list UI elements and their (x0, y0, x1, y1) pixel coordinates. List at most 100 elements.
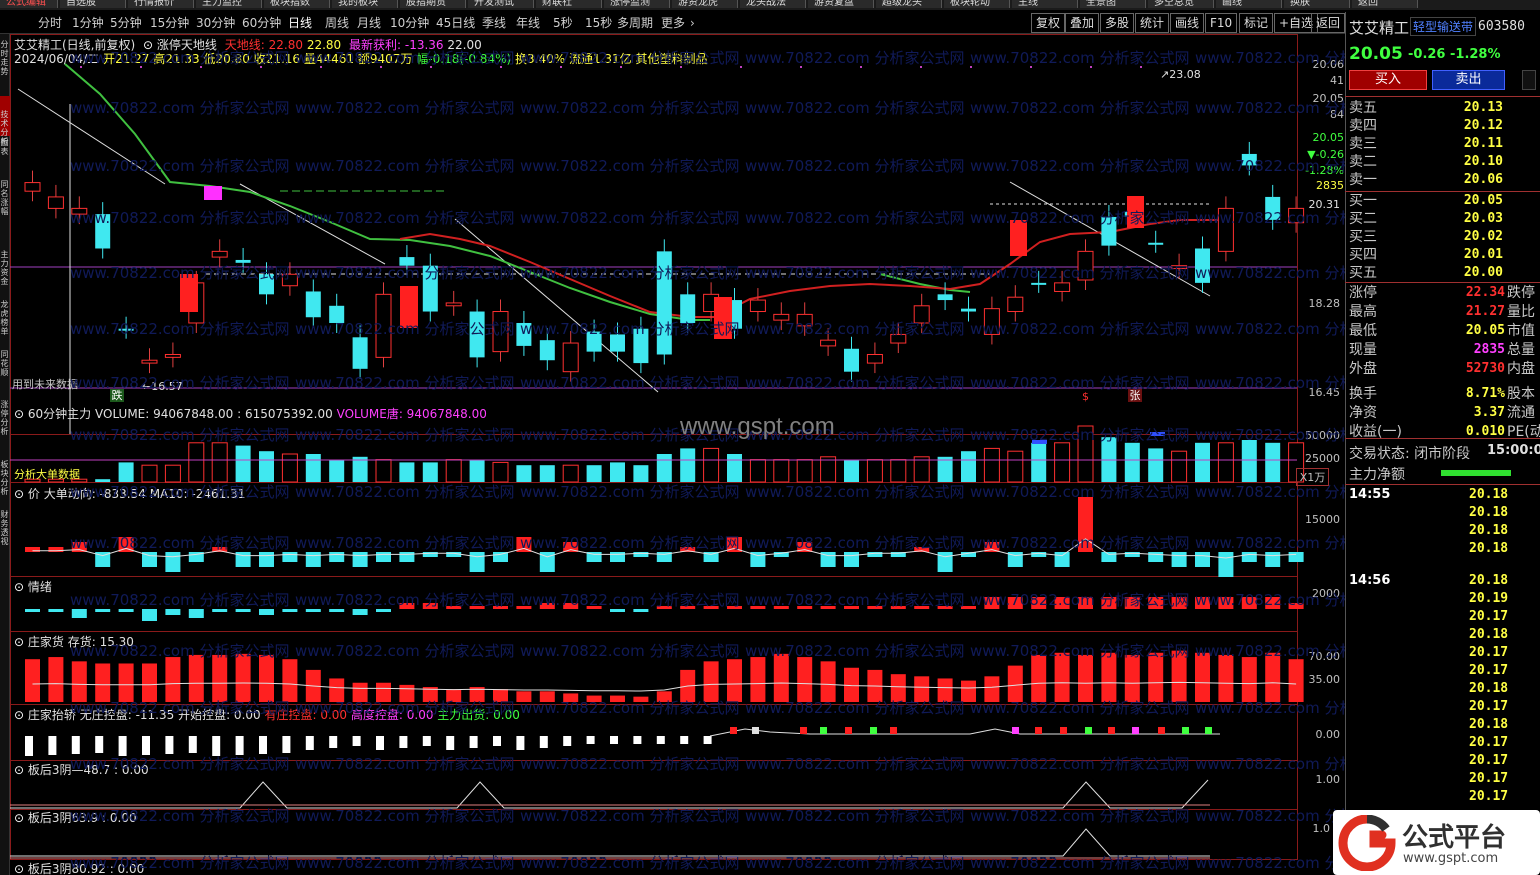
zhuang-bar (25, 659, 40, 702)
left-strip-6[interactable]: 同花顺 (0, 350, 9, 377)
volume-bar (1031, 442, 1047, 482)
panel-toggle-icon[interactable]: ⊙ (14, 811, 24, 825)
top-menu-11[interactable]: 龙头战法 (740, 0, 806, 8)
top-menu-14[interactable]: 板块轮动 (944, 0, 1010, 8)
period-tab-14[interactable]: 15秒 (585, 15, 612, 32)
left-strip-9[interactable]: 财务透视 (0, 510, 9, 546)
panel-toggle-icon[interactable]: ⊙ (14, 580, 24, 594)
left-strip-7[interactable]: 涨停分析 (0, 400, 9, 436)
tick-price-12: 20.18 (1469, 717, 1509, 732)
top-menu-12[interactable]: 游资复盘 (808, 0, 874, 8)
volume-bar (375, 459, 392, 483)
right-button-0[interactable]: 复权 (1031, 13, 1066, 33)
period-tab-2[interactable]: 5分钟 (110, 15, 142, 32)
emotion-bar (446, 606, 462, 609)
left-strip-4[interactable]: 主力资金 (0, 250, 9, 286)
top-menu-15[interactable]: 主线 (1012, 0, 1078, 8)
volume-bar (820, 456, 837, 483)
panel-toggle-icon[interactable]: ⊙ (14, 487, 24, 501)
period-tab-11[interactable]: 季线 (482, 15, 506, 32)
right-button-6[interactable]: 标记 (1239, 13, 1274, 33)
period-tab-4[interactable]: 30分钟 (196, 15, 235, 32)
period-tab-13[interactable]: 5秒 (553, 15, 573, 32)
kline-chart-area[interactable] (10, 34, 1343, 875)
period-tab-12[interactable]: 年线 (516, 15, 540, 32)
zhuang-bar (984, 676, 1000, 702)
top-menu-3[interactable]: 主力监控 (196, 0, 262, 8)
candle-up (141, 359, 158, 364)
panel-toggle-icon[interactable]: ⊙ (14, 635, 24, 649)
volume-bar (235, 445, 251, 482)
emotion-bar (961, 606, 976, 609)
y-label-7: -1.28% (1305, 164, 1344, 177)
right-button-1[interactable]: 叠加 (1065, 13, 1100, 33)
taijiao-white-bar (563, 736, 572, 746)
taijiao-mark (820, 727, 827, 734)
stat-row-0: 涨停 22.34 跌停 (1349, 284, 1537, 302)
quote-collapse-button[interactable] (1522, 70, 1536, 90)
panel-frame-7 (10, 809, 1298, 860)
left-strip-5[interactable]: 龙虎榜单 (0, 300, 9, 336)
period-tab-10[interactable]: 45日线 (436, 15, 475, 32)
emotion-bar (1218, 597, 1234, 609)
top-menu-5[interactable]: 我的板块 (332, 0, 398, 8)
right-button-3[interactable]: 统计 (1135, 13, 1170, 33)
left-strip-0[interactable]: 分时走势 (0, 40, 9, 76)
top-menu-18[interactable]: 画线 (1216, 0, 1282, 8)
taijiao-white-bar (212, 736, 221, 756)
emotion-bar (352, 609, 368, 615)
panel-emotion-title: ⊙ 情绪 (14, 578, 52, 595)
volume-bar (727, 454, 742, 482)
top-menu-8[interactable]: 财联社 (536, 0, 602, 8)
quote-stock-tag[interactable]: 轻型输送带 (1410, 17, 1477, 36)
period-tab-16[interactable]: 更多 (661, 15, 685, 32)
top-menu-20[interactable]: 返回 (1352, 0, 1418, 8)
ohlc-open: 21.27 (115, 52, 150, 66)
bid-row-4: 买五 20.00 (1349, 264, 1537, 282)
left-strip-8[interactable]: 板块分析 (0, 460, 9, 496)
top-menu-13[interactable]: 超级龙头 (876, 0, 942, 8)
top-menu-16[interactable]: 全景图 (1080, 0, 1146, 8)
panel-toggle-icon[interactable]: ⊙ (14, 407, 24, 421)
period-tab-9[interactable]: 10分钟 (390, 15, 429, 32)
top-menu-9[interactable]: 涨停监测 (604, 0, 670, 8)
period-tab-5[interactable]: 60分钟 (242, 15, 281, 32)
taijiao-mark (1158, 727, 1165, 734)
period-tab-0[interactable]: 分时 (38, 15, 62, 32)
right-button-8[interactable]: 返回 (1311, 13, 1346, 33)
panel-toggle-icon[interactable]: ⊙ (14, 708, 24, 722)
top-menu-4[interactable]: 板块指数 (264, 0, 330, 8)
right-button-5[interactable]: F10 (1205, 13, 1238, 33)
right-button-2[interactable]: 多股 (1100, 13, 1135, 33)
period-tab-6[interactable]: 日线 (288, 15, 312, 32)
zhuang-bar (1078, 654, 1093, 702)
taijiao-white-bar (703, 736, 712, 744)
bid-label-1: 买二 (1349, 211, 1377, 227)
period-tab-1[interactable]: 1分钟 (72, 15, 104, 32)
top-menu-10[interactable]: 游资龙虎 (672, 0, 738, 8)
emotion-bar (820, 606, 836, 609)
top-menu-1[interactable]: 自选股 (60, 0, 126, 8)
top-menu-0[interactable]: 公式编辑 (0, 0, 58, 8)
big-order-bar (1218, 552, 1234, 577)
volume-bar (188, 442, 205, 483)
ask-label-4: 卖一 (1349, 172, 1377, 188)
top-menu-6[interactable]: 股指期货 (400, 0, 466, 8)
period-tab-8[interactable]: 月线 (357, 15, 381, 32)
top-menu-2[interactable]: 行情报价 (128, 0, 194, 8)
period-tab-3[interactable]: 15分钟 (150, 15, 189, 32)
period-more-chevron-icon[interactable]: › (690, 15, 695, 32)
buy-button[interactable]: 买入 (1349, 70, 1427, 90)
top-menu-17[interactable]: 多空总览 (1148, 0, 1214, 8)
sell-button[interactable]: 卖出 (1432, 70, 1505, 90)
panel-toggle-icon[interactable]: ⊙ (14, 862, 24, 875)
panel-toggle-icon[interactable]: ⊙ (14, 763, 24, 777)
period-tab-7[interactable]: 周线 (325, 15, 349, 32)
left-strip-3[interactable]: 同名涨幅 (0, 180, 9, 216)
left-strip-2[interactable]: 图表 (0, 138, 9, 156)
taijiao-mark (1012, 727, 1019, 734)
top-menu-19[interactable]: 换肤 (1284, 0, 1350, 8)
right-button-4[interactable]: 画线 (1170, 13, 1205, 33)
period-tab-15[interactable]: 多周期 (617, 15, 653, 32)
top-menu-7[interactable]: 开发测试 (468, 0, 534, 8)
